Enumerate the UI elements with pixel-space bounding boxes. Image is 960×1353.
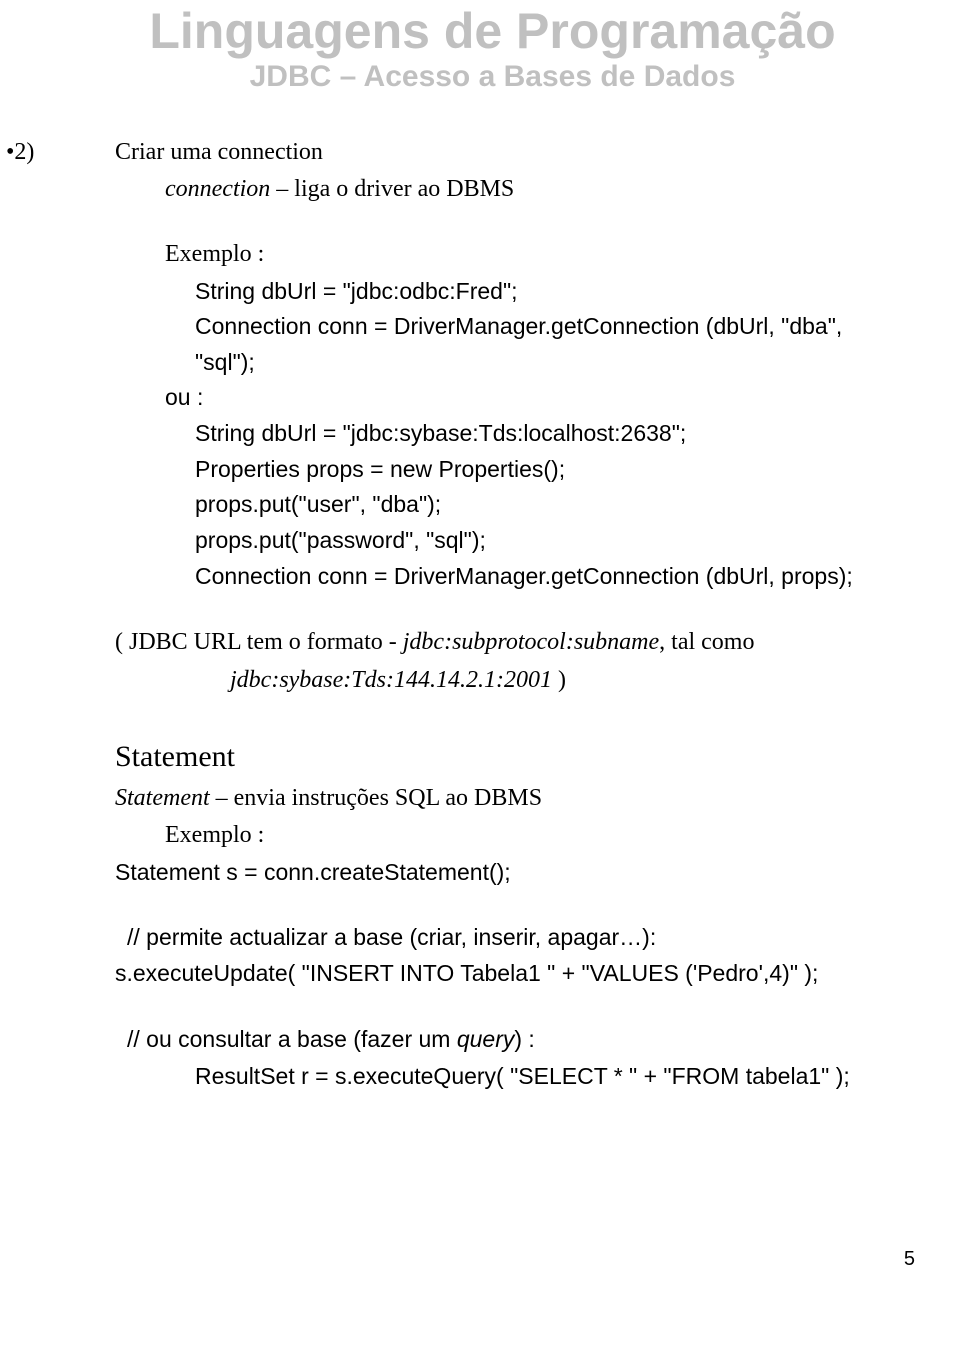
section-2-line: •2) Criar uma connection	[115, 134, 870, 171]
example-label-1: Exemplo :	[115, 236, 870, 273]
note-example-url: jdbc:sybase:Tds:144.14.2.1:2001	[230, 667, 552, 693]
jdbc-url-note: ( JDBC URL tem o formato - jdbc:subproto…	[115, 624, 870, 661]
comment2-query: query	[457, 1026, 515, 1052]
word-connection: connection	[165, 176, 270, 202]
stmt-code-2: s.executeUpdate( "INSERT INTO Tabela1 " …	[115, 956, 870, 992]
code-2-line-1: String dbUrl = "jdbc:sybase:Tds:localhos…	[115, 416, 870, 452]
note-close: )	[552, 667, 566, 693]
code-2-line-3: props.put("user", "dba");	[115, 487, 870, 523]
note-format: jdbc:subprotocol:subname	[403, 629, 659, 655]
section-2-title: Criar uma connection	[115, 139, 323, 165]
stmt-code-1: Statement s = conn.createStatement();	[115, 855, 870, 891]
code-1-line-1: String dbUrl = "jdbc:odbc:Fred";	[115, 274, 870, 310]
comment2-pre: // ou consultar a base (fazer um	[127, 1026, 457, 1052]
statement-desc-text: – envia instruções SQL ao DBMS	[210, 785, 542, 811]
doc-subtitle: JDBC – Acesso a Bases de Dados	[115, 60, 870, 94]
code-1-line-2: Connection conn = DriverManager.getConne…	[115, 309, 870, 380]
stmt-comment-1: // permite actualizar a base (criar, ins…	[115, 920, 870, 956]
doc-title: Linguagens de Programação	[115, 2, 870, 60]
code-2-line-2: Properties props = new Properties();	[115, 452, 870, 488]
stmt-code-3: ResultSet r = s.executeQuery( "SELECT * …	[115, 1059, 870, 1095]
page-number: 5	[904, 1248, 915, 1271]
statement-desc: Statement – envia instruções SQL ao DBMS	[115, 780, 870, 817]
stmt-comment-2: // ou consultar a base (fazer um query) …	[115, 1022, 870, 1059]
word-statement: Statement	[115, 785, 210, 811]
statement-heading: Statement	[115, 734, 870, 781]
section-2-desc: connection – liga o driver ao DBMS	[115, 171, 870, 208]
code-2-line-4: props.put("password", "sql");	[115, 523, 870, 559]
page: Linguagens de Programação JDBC – Acesso …	[0, 2, 960, 1353]
note-between: , tal como	[659, 629, 754, 655]
bullet-2: •2)	[0, 134, 56, 171]
note-pre: ( JDBC URL tem o formato -	[115, 629, 403, 655]
ou-label: ou :	[115, 380, 870, 416]
code-2-line-5: Connection conn = DriverManager.getConne…	[115, 559, 870, 595]
comment2-post: ) :	[514, 1026, 534, 1052]
note-line-2: jdbc:sybase:Tds:144.14.2.1:2001 )	[115, 662, 870, 699]
section-2-desc-text: – liga o driver ao DBMS	[270, 176, 514, 202]
example-label-2: Exemplo :	[115, 817, 870, 854]
